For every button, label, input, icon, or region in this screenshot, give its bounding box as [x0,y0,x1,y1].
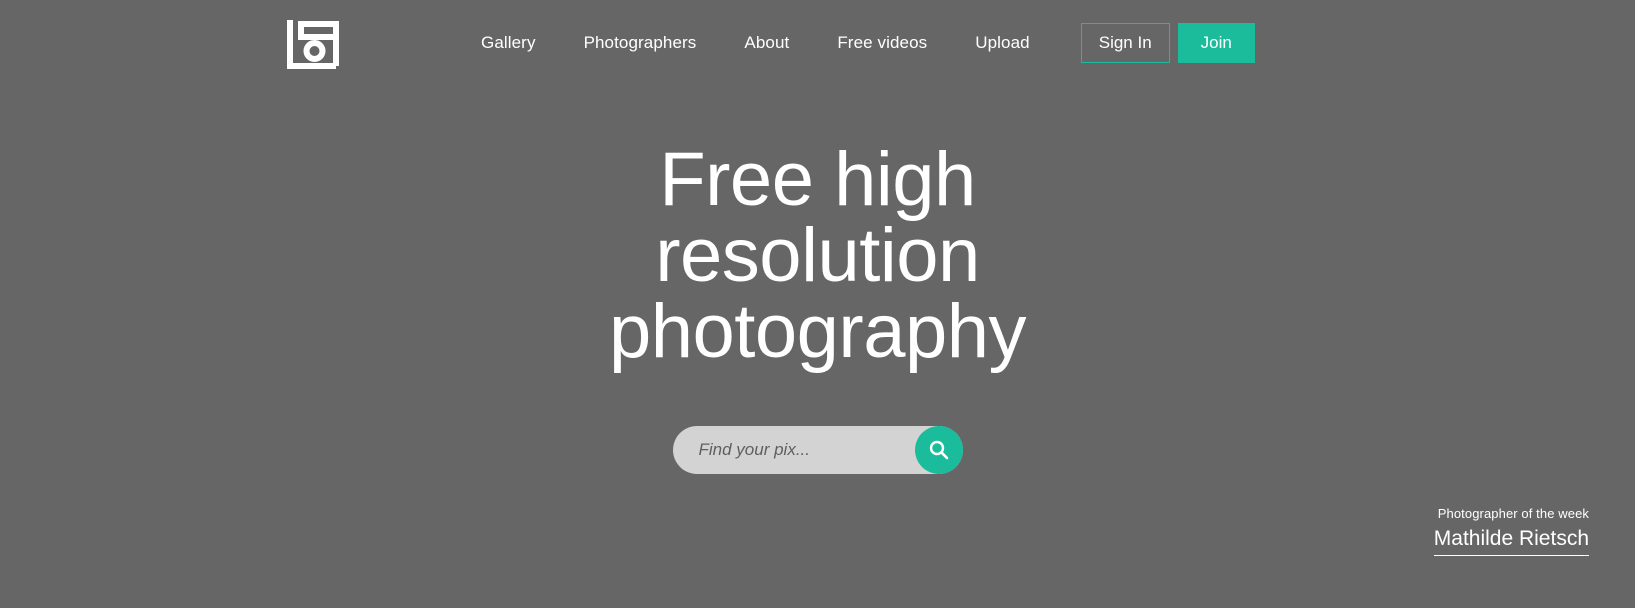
search-submit-button[interactable] [914,426,963,474]
site-header: Gallery Photographers About Free videos … [0,0,1635,86]
nav-link-gallery[interactable]: Gallery [481,33,560,53]
photographer-of-the-week: Photographer of the week Mathilde Rietsc… [1433,505,1589,556]
nav-link-about[interactable]: About [720,33,813,53]
camera-frame-logo-icon [287,20,339,69]
hero-title-line-2: resolution [655,213,980,298]
auth-button-group: Sign In Join [1080,23,1255,63]
join-button[interactable]: Join [1177,23,1255,63]
nav-link-free-videos[interactable]: Free videos [813,33,951,53]
hero-title-line-1: Free high [659,137,976,222]
main-navigation: Gallery Photographers About Free videos … [481,33,1054,53]
site-logo[interactable] [286,16,340,70]
photographer-of-the-week-name[interactable]: Mathilde Rietsch [1433,525,1589,556]
nav-link-upload[interactable]: Upload [951,33,1053,53]
search-icon [929,440,948,460]
hero-title: Free high resolution photography [508,142,1128,370]
hero-title-line-3: photography [608,289,1027,374]
photographer-of-the-week-label: Photographer of the week [1437,505,1589,521]
search-bar [672,426,963,474]
sign-in-button[interactable]: Sign In [1080,23,1170,63]
hero-section: Free high resolution photography [0,142,1635,474]
nav-link-photographers[interactable]: Photographers [560,33,721,53]
